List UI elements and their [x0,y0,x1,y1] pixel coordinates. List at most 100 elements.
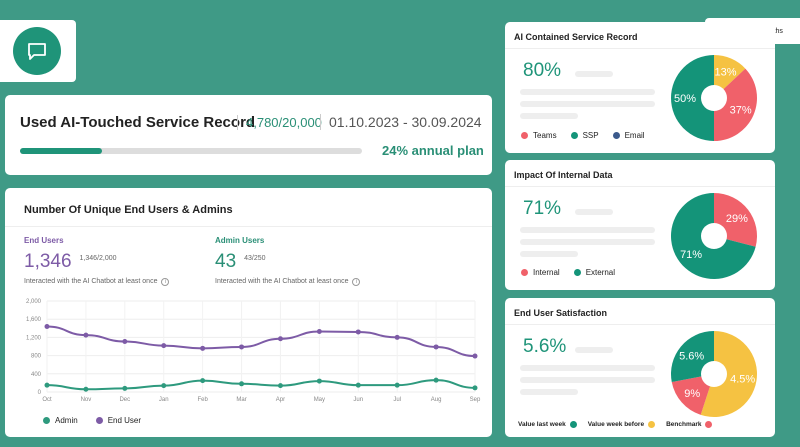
data-point [161,383,167,389]
card-title: AI Contained Service Record [514,32,638,42]
users-card-title: Number Of Unique End Users & Admins [24,204,233,216]
data-point [239,381,245,387]
service-record-card: Used AI-Touched Service Record 4,780/20,… [5,95,492,175]
service-record-title: Used AI-Touched Service Record [20,114,256,131]
slice-label: 13% [715,66,737,78]
y-tick-label: 400 [31,372,42,378]
users-line-chart: 0 400 800 1,200 1,600 2,000 Oct Nov Dec Jan Feb Mar… [26,299,481,403]
legend-item[interactable]: Value last week [518,421,585,428]
admin-users-stat: Admin Users 43 43/250 Interacted with the… [215,236,361,286]
card-title: End User Satisfaction [514,308,608,318]
y-tick-label: 0 [38,390,42,396]
service-record-dates: 01.10.2023 - 30.09.2024 [320,114,482,130]
x-tick-label: Nov [81,397,92,403]
ai-contained-card: AI Contained Service Record 80% Teams SSP… [505,22,775,153]
pie-legend: Internal External [521,268,615,277]
legend-end-user[interactable]: End User [95,416,141,425]
legend-item[interactable]: Email [612,131,645,140]
x-tick-label: Sep [470,397,481,403]
slice-label: 37% [730,105,752,117]
headline-percent: 71% [523,198,562,219]
data-point [200,345,206,351]
slice-label: 71% [680,249,702,261]
pie-chart: 29% 71% [671,193,757,279]
data-point [83,386,89,392]
legend-item[interactable]: External [573,268,615,277]
logo-box [0,20,76,82]
satisfaction-card: End User Satisfaction 5.6% Value last we… [505,298,775,437]
data-point [355,329,361,335]
donut-hole [701,361,727,387]
y-tick-label: 2,000 [26,299,42,305]
series-line-end-user [46,325,476,358]
data-point [472,353,478,359]
data-point [355,382,361,388]
data-point [316,378,322,384]
end-users-fraction: 1,346/2,000 [79,255,117,262]
end-users-description: Interacted with the AI Chatbot at least … [24,278,158,285]
end-users-label: End Users [24,236,64,245]
data-point [122,338,128,344]
end-users-stat: End Users 1,346 1,346/2,000 Interacted wi… [24,236,170,286]
legend-admin[interactable]: Admin [43,416,78,425]
progress-label: 24% annual plan [382,143,484,158]
pie-chart: 13% 37% 50% [671,55,757,141]
data-point [200,378,206,384]
data-point [277,383,283,389]
x-tick-label: Jan [159,397,169,403]
headline-percent: 5.6% [523,336,567,357]
pie-legend: Value last week Value week before Benchmar… [518,421,720,428]
x-tick-label: Feb [197,397,208,403]
data-point [433,344,439,350]
data-point [122,385,128,391]
data-point [472,385,478,391]
end-users-value: 1,346 [24,251,72,272]
x-tick-label: Dec [119,397,130,403]
legend-item[interactable]: SSP [570,131,599,140]
series-line-admin [46,379,476,391]
x-tick-label: Jul [393,397,401,403]
x-tick-label: Jun [353,397,363,403]
info-icon[interactable]: i [352,278,361,286]
chat-bubble-icon [13,27,61,75]
headline-percent: 80% [523,60,562,81]
data-point [433,377,439,383]
data-point [394,382,400,388]
admin-users-description: Interacted with the AI Chatbot at least … [215,278,349,285]
data-point [316,328,322,334]
legend-item[interactable]: Value week before [588,421,663,428]
chart-legend: Admin End User [43,416,141,425]
y-tick-label: 1,200 [26,335,42,341]
admin-users-value: 43 [215,251,237,272]
info-icon[interactable]: i [161,278,170,286]
x-tick-label: Oct [42,397,52,403]
slice-label: 5.6% [679,351,704,363]
data-point [44,323,50,329]
data-point [44,382,50,388]
slice-label: 9% [684,388,700,400]
slice-label: 4.5% [730,374,755,386]
donut-hole [701,223,727,249]
legend-item[interactable]: Teams [521,131,557,140]
admin-users-fraction: 43/250 [244,255,266,262]
admin-users-label: Admin Users [215,236,265,245]
slice-label: 29% [726,213,748,225]
progress-fill [20,148,103,154]
data-point [161,343,167,349]
y-tick-label: 800 [31,354,42,360]
internal-data-card: Impact Of Internal Data 71% Internal Exte… [505,160,775,290]
legend-item[interactable]: Internal [521,268,560,277]
data-point [239,344,245,350]
y-tick-label: 1,600 [26,317,42,323]
x-tick-label: May [314,397,325,403]
legend-item[interactable]: Benchmark [666,421,720,428]
card-title: Impact Of Internal Data [514,170,613,180]
x-tick-label: Mar [236,397,246,403]
data-point [83,332,89,338]
pie-legend: Teams SSP Email [521,131,645,140]
x-tick-label: Apr [276,397,285,403]
data-point [394,334,400,340]
unique-users-card: Number Of Unique End Users & Admins End … [5,188,492,437]
pie-chart: 4.5% 9% 5.6% [671,331,757,417]
slice-label: 50% [674,93,696,105]
